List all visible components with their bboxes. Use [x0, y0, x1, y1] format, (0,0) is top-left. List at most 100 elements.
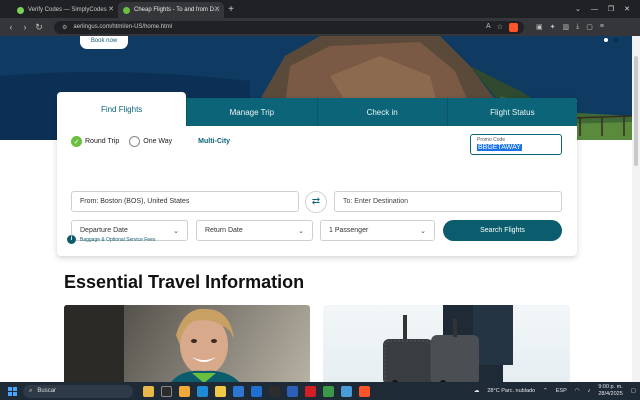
- browser-tab-strip: Verify Codes — SimplyCodes ✕ Cheap Fligh…: [0, 0, 640, 18]
- bookmark-icon[interactable]: ☆: [497, 23, 503, 32]
- taskbar-clock[interactable]: 9:00 p. m. 28/4/2025: [598, 384, 622, 398]
- taskbar-search-label: Buscar: [37, 388, 57, 394]
- round-trip-option[interactable]: ✓ Round Trip: [71, 136, 119, 147]
- clock-date: 28/4/2025: [598, 391, 623, 397]
- wallet-icon[interactable]: ▢: [586, 23, 593, 31]
- address-bar-actions: A ☆: [486, 22, 518, 32]
- passengers-select[interactable]: 1 Passenger ⌄: [320, 220, 435, 241]
- carousel-dot-active[interactable]: [604, 38, 608, 42]
- browser-toolbar: ‹ › ↻ ⚙ aerlingus.com/html/en-US/home.ht…: [0, 18, 640, 36]
- to-field[interactable]: To: Enter Destination: [334, 191, 562, 212]
- opera-icon[interactable]: [305, 385, 316, 397]
- edge-icon[interactable]: [197, 385, 208, 397]
- book-now-button[interactable]: Book now: [80, 36, 128, 49]
- notifications-icon[interactable]: ▢: [631, 388, 636, 394]
- tab-find-flights[interactable]: Find Flights: [57, 92, 187, 126]
- extension-icon[interactable]: ▣: [536, 23, 543, 31]
- brave-shields-icon[interactable]: [509, 22, 518, 32]
- tab-flight-status[interactable]: Flight Status: [446, 98, 577, 126]
- menu-icon[interactable]: ≡: [600, 23, 604, 31]
- travel-info-card-baggage[interactable]: [323, 305, 570, 382]
- tray-chevron-icon[interactable]: ⌃: [543, 388, 548, 394]
- tab-manage-trip[interactable]: Manage Trip: [186, 98, 317, 126]
- file-explorer-icon[interactable]: [215, 385, 226, 397]
- widget-tabs: Find Flights Manage Trip Check in Flight…: [57, 92, 577, 126]
- chrome-profile-icon[interactable]: [341, 385, 352, 397]
- return-date-label: Return Date: [205, 227, 243, 234]
- luggage-image: [383, 305, 513, 382]
- widget-icon[interactable]: [143, 385, 154, 397]
- windows-start-icon[interactable]: [8, 386, 17, 396]
- taskbar-apps: [143, 385, 370, 397]
- promo-code-field[interactable]: Promo Code BBGETAWAY: [470, 134, 562, 155]
- travel-info-card-staff[interactable]: [64, 305, 310, 382]
- reload-icon[interactable]: ↻: [32, 22, 46, 33]
- chrome-icon[interactable]: [323, 385, 334, 397]
- clock-time: 9:00 p. m.: [598, 384, 623, 390]
- browser-tab-1-title: Verify Codes — SimplyCodes: [28, 7, 107, 13]
- passengers-value: 1 Passenger: [329, 227, 369, 234]
- word-icon[interactable]: [287, 385, 298, 397]
- baggage-fees-link[interactable]: i Baggage & Optional Service Fees: [67, 235, 155, 244]
- multi-city-link[interactable]: Multi-City: [198, 138, 230, 145]
- task-view-icon[interactable]: [161, 385, 172, 397]
- round-trip-label: Round Trip: [85, 138, 120, 145]
- one-way-radio[interactable]: [129, 136, 141, 147]
- browser-tab-2[interactable]: Cheap Flights - To and from D… ✕: [118, 2, 224, 18]
- address-bar[interactable]: ⚙ aerlingus.com/html/en-US/home.html A ☆: [54, 20, 524, 34]
- carousel-dot[interactable]: [614, 38, 618, 42]
- one-way-label: One Way: [143, 138, 173, 145]
- outlook-icon[interactable]: [251, 385, 262, 397]
- window-controls: ⌄ — ❐ ✕: [575, 0, 640, 18]
- section-title: Essential Travel Information: [64, 272, 305, 292]
- chevron-down-icon: ⌄: [298, 227, 304, 235]
- language-indicator[interactable]: ESP: [556, 388, 567, 394]
- copilot-icon[interactable]: [179, 385, 190, 397]
- site-info-icon[interactable]: ⚙: [62, 24, 67, 31]
- tab-check-in[interactable]: Check in: [316, 98, 447, 126]
- back-icon[interactable]: ‹: [4, 22, 18, 32]
- from-field[interactable]: From: Boston (BOS), United States: [71, 191, 299, 212]
- trip-type-selector: ✓ Round Trip One Way Multi-City: [71, 136, 230, 147]
- return-date-select[interactable]: Return Date ⌄: [196, 220, 313, 241]
- chevron-down-icon: ⌄: [173, 227, 179, 235]
- taskbar-search[interactable]: ⌕ Buscar: [23, 384, 133, 398]
- store-icon[interactable]: [233, 385, 244, 397]
- minimize-icon[interactable]: —: [591, 6, 598, 13]
- page-viewport: Book now Find Flights Manage Trip Check …: [0, 36, 632, 382]
- browser-tab-1[interactable]: Verify Codes — SimplyCodes ✕: [12, 2, 118, 18]
- download-icon[interactable]: ⤓: [576, 23, 579, 31]
- scrollbar-thumb[interactable]: [634, 56, 638, 166]
- maximize-icon[interactable]: ❐: [608, 5, 614, 13]
- puzzle-icon[interactable]: ✦: [550, 23, 556, 31]
- close-window-icon[interactable]: ✕: [624, 5, 630, 13]
- browser-tab-2-title: Cheap Flights - To and from D…: [134, 7, 220, 13]
- promo-code-value[interactable]: BBGETAWAY: [477, 144, 522, 151]
- extensions-row: ▣ ✦ ▥ ⤓ ▢ ≡: [536, 23, 604, 31]
- page-scrollbar[interactable]: [632, 36, 640, 382]
- weather-text[interactable]: 28°C Parc. nublado: [487, 388, 535, 394]
- weather-icon[interactable]: ☁: [474, 388, 480, 394]
- aerlingus-favicon-icon: [123, 6, 130, 14]
- forward-icon[interactable]: ›: [18, 22, 32, 32]
- departure-date-label: Departure Date: [80, 227, 128, 234]
- close-tab-1-icon[interactable]: ✕: [108, 5, 114, 13]
- swap-airports-icon[interactable]: ⇄: [305, 191, 327, 213]
- search-flights-button[interactable]: Search Flights: [443, 220, 562, 241]
- volume-icon[interactable]: ♪: [588, 388, 591, 394]
- new-tab-button[interactable]: +: [224, 2, 238, 18]
- close-tab-2-icon[interactable]: ✕: [214, 5, 220, 13]
- flight-search-widget: Find Flights Manage Trip Check in Flight…: [57, 92, 577, 256]
- translate-icon[interactable]: A: [486, 23, 491, 32]
- check-icon[interactable]: ✓: [71, 136, 82, 147]
- from-value: From: Boston (BOS), United States: [80, 198, 190, 205]
- chevron-down-icon: ⌄: [420, 227, 426, 235]
- app-icon[interactable]: [269, 385, 280, 397]
- to-placeholder: To: Enter Destination: [343, 198, 408, 205]
- simplycodes-favicon-icon: [17, 6, 24, 14]
- sidebar-icon[interactable]: ▥: [563, 23, 570, 31]
- wifi-icon[interactable]: ◠: [575, 388, 580, 394]
- brave-icon[interactable]: [359, 385, 370, 397]
- tab-search-icon[interactable]: ⌄: [575, 5, 581, 13]
- one-way-option[interactable]: One Way: [129, 136, 172, 147]
